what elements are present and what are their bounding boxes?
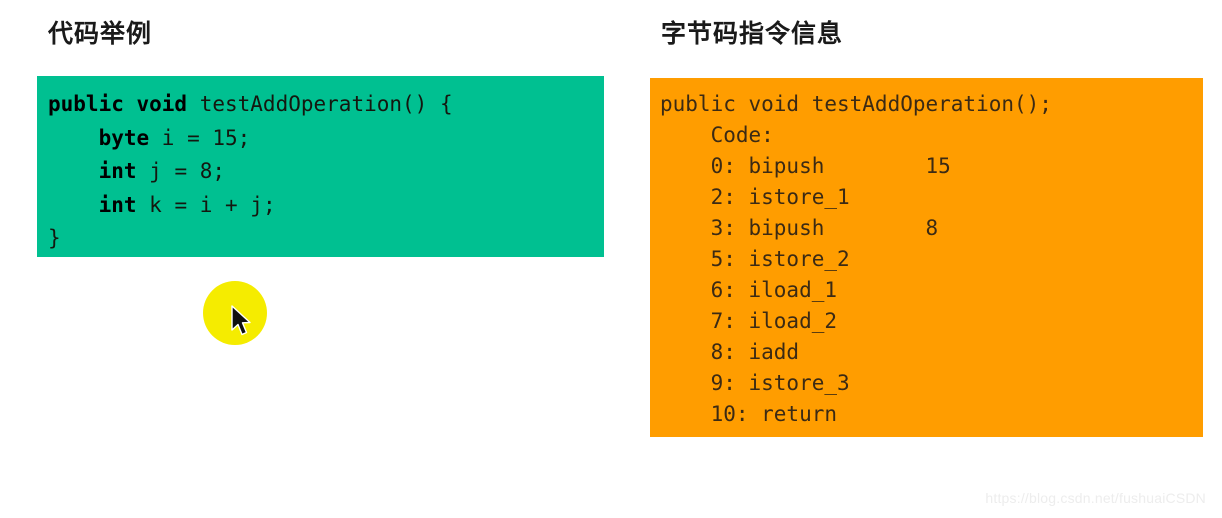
java-source-code-block: public void testAddOperation() { byte i … xyxy=(37,76,604,257)
bytecode-line: 9: istore_3 xyxy=(660,371,850,395)
bytecode-line: 7: iload_2 xyxy=(660,309,838,333)
java-code-line: int k = i + j; xyxy=(48,189,604,223)
java-keyword: int xyxy=(48,159,137,183)
slide-canvas: 代码举例 public void testAddOperation() { by… xyxy=(0,0,1222,518)
left-panel-title: 代码举例 xyxy=(48,21,153,48)
right-panel-title: 字节码指令信息 xyxy=(661,21,844,48)
java-code-line: public void testAddOperation() { xyxy=(48,88,604,122)
bytecode-line: 5: istore_2 xyxy=(660,247,850,271)
watermark-url: https://blog.csdn.net/fushuaiCSDN xyxy=(985,490,1206,506)
java-token: j = 8; xyxy=(136,159,226,183)
bytecode-line: 2: istore_1 xyxy=(660,185,850,209)
java-keyword: int xyxy=(48,192,137,217)
bytecode-line: 3: bipush 8 xyxy=(660,216,939,240)
bytecode-line: 6: iload_1 xyxy=(660,278,838,302)
java-code-line: int j = 8; xyxy=(48,155,604,189)
arrow-cursor-icon xyxy=(231,305,251,336)
bytecode-line: 8: iadd xyxy=(660,340,800,364)
java-keyword: public void xyxy=(48,92,188,116)
bytecode-line: 10: return xyxy=(660,402,838,426)
java-token: i = 15; xyxy=(149,125,251,150)
java-token: k = i + j; xyxy=(136,192,276,217)
bytecode-line: 0: bipush 15 xyxy=(660,154,951,178)
java-token: testAddOperation() { xyxy=(187,92,453,116)
java-keyword: byte xyxy=(48,125,150,150)
java-code-line: } xyxy=(48,222,604,256)
java-code-line: byte i = 15; xyxy=(48,122,604,156)
bytecode-line: Code: xyxy=(660,123,774,147)
java-token: } xyxy=(48,226,61,250)
bytecode-instructions-block: public void testAddOperation(); Code: 0:… xyxy=(650,78,1203,437)
bytecode-line: public void testAddOperation(); xyxy=(660,92,1052,116)
